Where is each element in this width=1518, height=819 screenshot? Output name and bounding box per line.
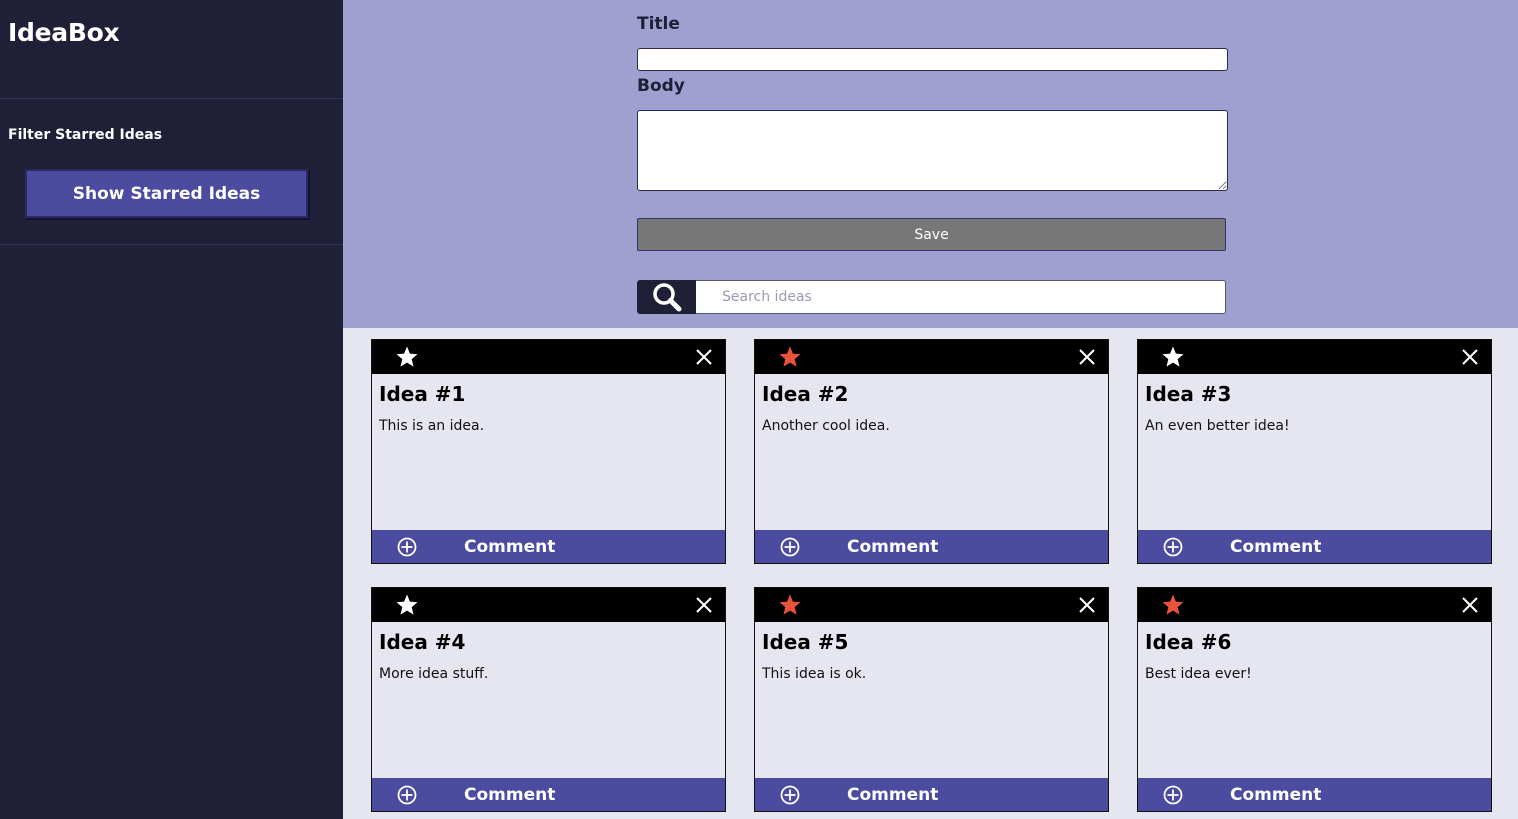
idea-body: This idea is ok. [762, 666, 867, 682]
star-button[interactable] [777, 344, 803, 370]
star-icon [779, 594, 801, 615]
card-header [755, 340, 1108, 374]
sidebar-divider [0, 244, 343, 245]
comment-button[interactable]: Comment [372, 778, 725, 811]
comment-label: Comment [1230, 536, 1322, 557]
idea-body: More idea stuff. [379, 666, 489, 682]
comment-button[interactable]: Comment [1138, 778, 1491, 811]
idea-card: Idea #4 More idea stuff. Comment [371, 587, 726, 812]
star-icon [1162, 346, 1184, 367]
idea-body: An even better idea! [1145, 418, 1290, 434]
idea-card: Idea #5 This idea is ok. Comment [754, 587, 1109, 812]
filter-heading: Filter Starred Ideas [8, 127, 163, 143]
body-label: Body [637, 76, 685, 96]
comment-button[interactable]: Comment [755, 530, 1108, 563]
star-icon [396, 594, 418, 615]
idea-title: Idea #3 [1145, 382, 1232, 406]
comment-button[interactable]: Comment [372, 530, 725, 563]
idea-body: Another cool idea. [762, 418, 890, 434]
search-icon [652, 283, 681, 312]
card-header [372, 588, 725, 622]
idea-card: Idea #6 Best idea ever! Comment [1137, 587, 1492, 812]
add-comment-icon [396, 784, 418, 806]
card-body: Idea #4 More idea stuff. [372, 622, 725, 778]
delete-button[interactable] [693, 594, 715, 616]
delete-button[interactable] [1076, 594, 1098, 616]
idea-card: Idea #3 An even better idea! Comment [1137, 339, 1492, 564]
comment-button[interactable]: Comment [1138, 530, 1491, 563]
body-textarea[interactable] [637, 110, 1228, 191]
card-body: Idea #3 An even better idea! [1138, 374, 1491, 530]
idea-list: Idea #1 This is an idea. Comment Idea #2… [371, 339, 1492, 812]
comment-label: Comment [464, 784, 556, 805]
sidebar: IdeaBox Filter Starred Ideas Show Starre… [0, 0, 343, 819]
star-icon [396, 346, 418, 367]
comment-label: Comment [464, 536, 556, 557]
star-button[interactable] [394, 592, 420, 618]
delete-button[interactable] [693, 346, 715, 368]
star-button[interactable] [777, 592, 803, 618]
idea-title: Idea #5 [762, 630, 849, 654]
add-comment-icon [1162, 536, 1184, 558]
comment-button[interactable]: Comment [755, 778, 1108, 811]
idea-title: Idea #6 [1145, 630, 1232, 654]
card-header [1138, 340, 1491, 374]
add-comment-icon [396, 536, 418, 558]
card-header [1138, 588, 1491, 622]
card-header [755, 588, 1108, 622]
idea-form: Title Body Save [343, 0, 1518, 328]
card-body: Idea #1 This is an idea. [372, 374, 725, 530]
add-comment-icon [779, 784, 801, 806]
card-body: Idea #5 This idea is ok. [755, 622, 1108, 778]
delete-button[interactable] [1459, 594, 1481, 616]
close-icon [696, 349, 712, 365]
star-button[interactable] [1160, 344, 1186, 370]
show-starred-button[interactable]: Show Starred Ideas [25, 169, 308, 218]
search-input[interactable] [696, 280, 1226, 314]
idea-title: Idea #1 [379, 382, 466, 406]
save-button[interactable]: Save [637, 218, 1226, 251]
add-comment-icon [1162, 784, 1184, 806]
comment-label: Comment [847, 536, 939, 557]
title-label: Title [637, 14, 680, 34]
delete-button[interactable] [1076, 346, 1098, 368]
search-bar [637, 280, 1226, 314]
idea-body: This is an idea. [379, 418, 485, 434]
close-icon [1462, 597, 1478, 613]
close-icon [1462, 349, 1478, 365]
card-body: Idea #2 Another cool idea. [755, 374, 1108, 530]
idea-title: Idea #2 [762, 382, 849, 406]
add-comment-icon [779, 536, 801, 558]
close-icon [696, 597, 712, 613]
delete-button[interactable] [1459, 346, 1481, 368]
close-icon [1079, 349, 1095, 365]
idea-card: Idea #2 Another cool idea. Comment [754, 339, 1109, 564]
sidebar-divider [0, 98, 343, 99]
app-logo: IdeaBox [8, 18, 120, 47]
star-icon [779, 346, 801, 367]
idea-body: Best idea ever! [1145, 666, 1252, 682]
star-button[interactable] [1160, 592, 1186, 618]
search-button[interactable] [637, 280, 696, 314]
comment-label: Comment [1230, 784, 1322, 805]
star-icon [1162, 594, 1184, 615]
comment-label: Comment [847, 784, 939, 805]
idea-card: Idea #1 This is an idea. Comment [371, 339, 726, 564]
card-header [372, 340, 725, 374]
star-button[interactable] [394, 344, 420, 370]
card-body: Idea #6 Best idea ever! [1138, 622, 1491, 778]
close-icon [1079, 597, 1095, 613]
idea-title: Idea #4 [379, 630, 466, 654]
title-input[interactable] [637, 48, 1228, 71]
